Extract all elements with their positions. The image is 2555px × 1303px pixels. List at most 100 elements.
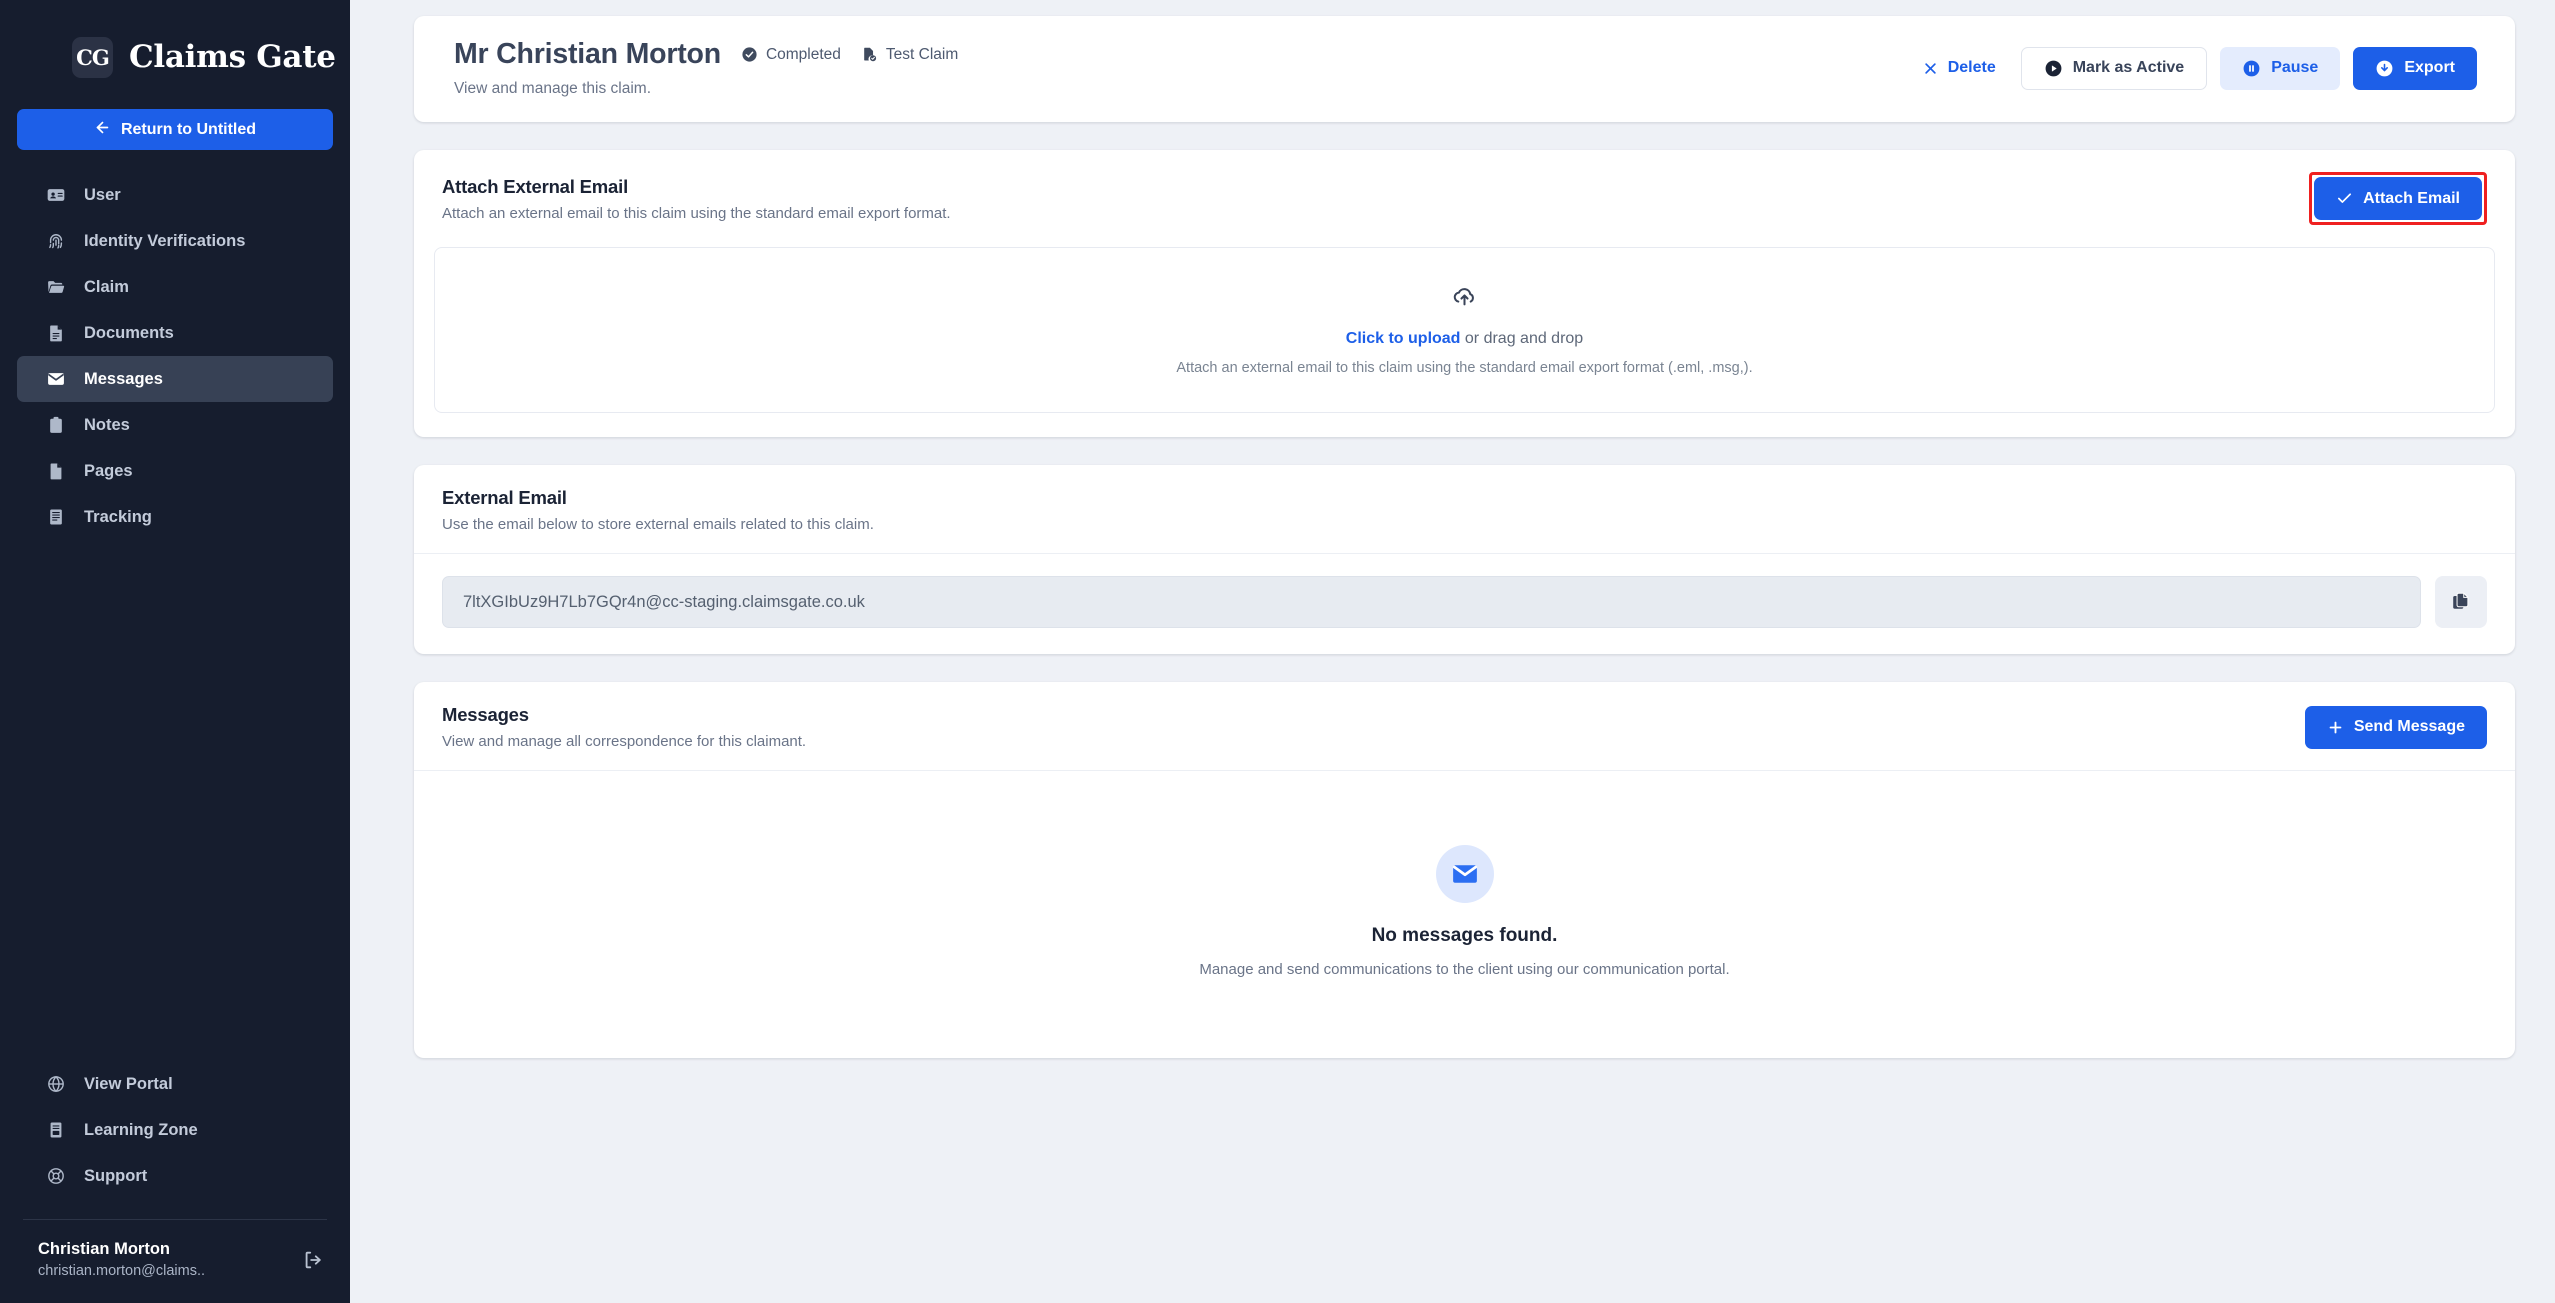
- claims-gate-logo-icon: CG: [72, 36, 113, 78]
- attach-email-label: Attach Email: [2363, 189, 2460, 207]
- delete-button[interactable]: Delete: [1911, 47, 2008, 90]
- claim-type-badge: Test Claim: [861, 46, 958, 64]
- external-email-heading: External Email Use the email below to st…: [442, 487, 874, 533]
- arrow-left-icon: [94, 119, 111, 141]
- dropzone-hint: Attach an external email to this claim u…: [1176, 360, 1753, 376]
- check-circle-icon: [741, 46, 758, 63]
- claim-title-row: Mr Christian Morton Completed Test Claim: [454, 38, 958, 71]
- sidebar-item-label: Messages: [84, 369, 163, 388]
- external-email-value[interactable]: 7ltXGIbUz9H7Lb7GQr4n@cc-staging.claimsga…: [442, 576, 2421, 628]
- pause-button-label: Pause: [2271, 59, 2319, 76]
- sidebar-item-label: Tracking: [84, 507, 152, 526]
- sidebar-item-user[interactable]: User: [17, 172, 333, 218]
- x-icon: [1923, 61, 1938, 76]
- attach-card-header: Attach External Email Attach an external…: [414, 150, 2515, 247]
- list-icon: [45, 507, 66, 528]
- attach-card-title: Attach External Email: [442, 175, 629, 197]
- external-email-subtitle: Use the email below to store external em…: [442, 516, 874, 533]
- sidebar-item-label: Learning Zone: [84, 1120, 198, 1139]
- play-circle-icon: [2044, 59, 2063, 78]
- dropzone-rest-text: or drag and drop: [1460, 330, 1584, 347]
- cloud-upload-icon: [1447, 278, 1483, 314]
- messages-card: Messages View and manage all corresponde…: [414, 682, 2515, 1058]
- messages-card-subtitle: View and manage all correspondence for t…: [442, 733, 807, 750]
- empty-state-title: No messages found.: [1371, 925, 1558, 946]
- sidebar-nav: User Identity Verifications Claim Docume…: [0, 172, 350, 540]
- clipboard-icon: [45, 415, 66, 436]
- copy-email-button[interactable]: [2435, 576, 2487, 628]
- external-email-title: External Email: [442, 487, 567, 508]
- file-check-icon: [861, 46, 878, 63]
- main-content: Mr Christian Morton Completed Test Claim: [350, 0, 2555, 1303]
- page-title: Mr Christian Morton: [454, 38, 721, 70]
- click-to-upload-link[interactable]: Click to upload: [1346, 330, 1461, 347]
- attach-email-highlight: Attach Email: [2309, 172, 2487, 225]
- upload-dropzone[interactable]: Click to upload or drag and drop Attach …: [434, 247, 2495, 413]
- sidebar-item-pages[interactable]: Pages: [17, 448, 333, 494]
- return-button-label: Return to Untitled: [120, 120, 257, 138]
- sidebar-item-label: Notes: [84, 415, 130, 434]
- send-message-label: Send Message: [2353, 718, 2465, 735]
- messages-card-header: Messages View and manage all corresponde…: [414, 682, 2515, 771]
- sidebar-item-view-portal[interactable]: View Portal: [17, 1061, 333, 1107]
- mark-as-active-button[interactable]: Mark as Active: [2020, 46, 2208, 90]
- messages-card-title: Messages: [442, 704, 529, 725]
- page-icon: [45, 461, 66, 482]
- account-email: christian.morton@claims..: [38, 1262, 206, 1279]
- app-root: CG Claims Gate Return to Untitled User I…: [0, 0, 2555, 1303]
- external-email-body: 7ltXGIbUz9H7Lb7GQr4n@cc-staging.claimsga…: [414, 554, 2515, 654]
- messages-heading: Messages View and manage all corresponde…: [442, 704, 806, 750]
- globe-icon: [45, 1074, 66, 1095]
- claim-header-actions: Delete Mark as Active Pause Export: [1911, 46, 2477, 90]
- sidebar-item-notes[interactable]: Notes: [17, 402, 333, 448]
- export-button[interactable]: Export: [2353, 46, 2477, 90]
- brand-name: Claims Gate: [129, 39, 336, 75]
- book-icon: [45, 1120, 66, 1141]
- page-subtitle: View and manage this claim.: [454, 80, 652, 97]
- folder-icon: [45, 277, 66, 298]
- attach-card-subtitle: Attach an external email to this claim u…: [442, 204, 951, 222]
- download-circle-icon: [2375, 59, 2394, 78]
- status-badge-label: Completed: [765, 45, 841, 63]
- id-card-icon: [45, 185, 66, 206]
- attach-email-button[interactable]: Attach Email: [2314, 177, 2482, 220]
- sidebar-item-support[interactable]: Support: [17, 1153, 333, 1199]
- sidebar-item-documents[interactable]: Documents: [17, 310, 333, 356]
- mark-as-active-label: Mark as Active: [2072, 59, 2185, 76]
- export-button-label: Export: [2404, 59, 2455, 76]
- plus-icon: [2327, 719, 2344, 736]
- sidebar-item-tracking[interactable]: Tracking: [17, 494, 333, 540]
- external-email-card-header: External Email Use the email below to st…: [414, 465, 2515, 554]
- external-email-card: External Email Use the email below to st…: [414, 465, 2515, 654]
- claim-header-card: Mr Christian Morton Completed Test Claim: [414, 16, 2515, 122]
- messages-empty-state: No messages found. Manage and send commu…: [414, 771, 2515, 1058]
- pause-button[interactable]: Pause: [2220, 46, 2341, 90]
- sidebar-item-claim[interactable]: Claim: [17, 264, 333, 310]
- attach-card-heading: Attach External Email Attach an external…: [442, 176, 951, 222]
- logout-icon[interactable]: [300, 1247, 326, 1273]
- account-text: Christian Morton christian.morton@claims…: [38, 1238, 290, 1281]
- sidebar-item-learning-zone[interactable]: Learning Zone: [17, 1107, 333, 1153]
- pause-circle-icon: [2242, 59, 2261, 78]
- dropzone-main-text: Click to upload or drag and drop: [1346, 330, 1583, 348]
- sidebar-item-label: Pages: [84, 461, 133, 480]
- copy-icon: [2450, 590, 2472, 615]
- sidebar-item-label: User: [84, 185, 121, 204]
- account-name: Christian Morton: [38, 1240, 170, 1259]
- send-message-button[interactable]: Send Message: [2304, 705, 2487, 749]
- sidebar-bottom-nav: View Portal Learning Zone Support: [0, 1061, 350, 1205]
- return-to-untitled-button[interactable]: Return to Untitled: [17, 109, 333, 150]
- sidebar-item-messages[interactable]: Messages: [17, 356, 333, 402]
- sidebar-item-label: Support: [84, 1166, 148, 1185]
- document-icon: [45, 323, 66, 344]
- sidebar-item-identity-verifications[interactable]: Identity Verifications: [17, 218, 333, 264]
- brand: CG Claims Gate: [0, 0, 350, 92]
- sidebar: CG Claims Gate Return to Untitled User I…: [0, 0, 350, 1303]
- account-block: Christian Morton christian.morton@claims…: [0, 1220, 350, 1303]
- sidebar-item-label: Documents: [84, 323, 174, 342]
- lifebuoy-icon: [45, 1166, 66, 1187]
- check-icon: [2336, 190, 2353, 207]
- sidebar-item-label: Claim: [84, 277, 129, 296]
- envelope-icon: [45, 369, 66, 390]
